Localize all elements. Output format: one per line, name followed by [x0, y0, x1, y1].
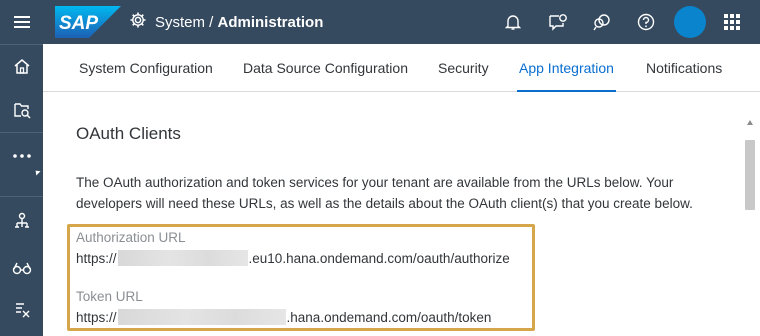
authorization-url-label: Authorization URL: [76, 230, 186, 245]
rail-divider: [0, 132, 43, 133]
tab-bar: System Configuration Data Source Configu…: [43, 44, 760, 93]
scroll-thumb[interactable]: [745, 140, 755, 210]
main-content: OAuth Clients The OAuth authorization an…: [43, 92, 740, 336]
connections-icon[interactable]: [0, 205, 43, 237]
logo-text: SAP: [59, 13, 98, 34]
title-bold: Administration: [217, 13, 324, 31]
token-url-value[interactable]: https:// .hana.ondemand.com/oauth/token: [76, 309, 491, 325]
title-prefix: System /: [155, 13, 218, 31]
token-url-suffix: .hana.ondemand.com/oauth/token: [286, 309, 492, 325]
rail-divider: [0, 196, 43, 197]
tab-notifications[interactable]: Notifications: [646, 44, 722, 92]
shell-bar: SAP System / Administration: [43, 0, 760, 44]
tab-data-source-configuration[interactable]: Data Source Configuration: [243, 44, 408, 92]
authorization-url-value[interactable]: https:// .eu10.hana.ondemand.com/oauth/a…: [76, 250, 510, 266]
feedback-icon[interactable]: [545, 9, 571, 35]
authorization-url-suffix: .eu10.hana.ondemand.com/oauth/authorize: [248, 250, 510, 266]
redacted-tenant: [117, 250, 248, 266]
token-url-label: Token URL: [76, 289, 143, 304]
help-icon[interactable]: [633, 9, 659, 35]
app-grid-icon[interactable]: [719, 9, 745, 35]
description-line-2: developers will need these URLs, as well…: [76, 196, 693, 211]
tab-app-integration-label: App Integration: [519, 60, 614, 76]
side-navigation: [0, 0, 43, 336]
page-title-text: System / Administration: [155, 14, 323, 31]
more-icon[interactable]: [0, 140, 43, 172]
data-action-icon[interactable]: [0, 293, 43, 325]
search-stories-icon[interactable]: [0, 94, 43, 126]
section-title: OAuth Clients: [76, 124, 181, 143]
app-window: SAP System / Administration System Confi…: [0, 0, 760, 336]
avatar[interactable]: [674, 6, 706, 38]
collaboration-icon[interactable]: [589, 9, 615, 35]
gear-icon: [129, 11, 147, 34]
home-icon[interactable]: [0, 50, 43, 82]
scroll-up-arrow-icon[interactable]: [747, 120, 753, 125]
tab-app-integration[interactable]: App Integration: [517, 44, 616, 93]
sap-logo[interactable]: SAP: [55, 6, 121, 38]
tab-system-configuration[interactable]: System Configuration: [79, 44, 213, 92]
glasses-icon[interactable]: [0, 252, 43, 284]
redacted-tenant: [117, 309, 286, 325]
bell-icon[interactable]: [500, 9, 526, 35]
rail-divider: [0, 44, 43, 45]
page-title: System / Administration: [129, 12, 323, 32]
description-line-1: The OAuth authorization and token servic…: [76, 175, 674, 190]
menu-icon[interactable]: [0, 6, 43, 38]
description: The OAuth authorization and token servic…: [76, 172, 726, 214]
authorization-url-prefix: https://: [76, 250, 117, 266]
token-url-prefix: https://: [76, 309, 117, 325]
vertical-scrollbar[interactable]: [740, 92, 760, 336]
tab-security[interactable]: Security: [438, 44, 489, 92]
